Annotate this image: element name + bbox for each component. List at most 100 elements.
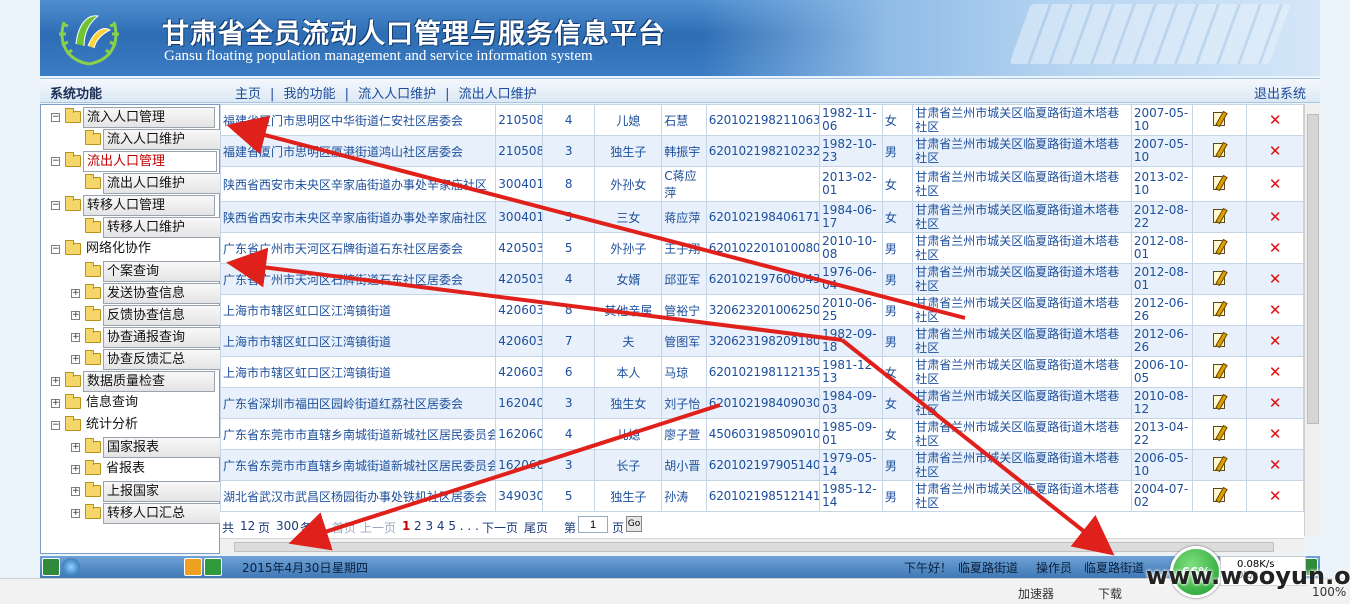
row-registered-place: 甘肃省兰州市城关区临夏路街道木塔巷社区 xyxy=(912,387,1132,419)
key-icon[interactable] xyxy=(184,558,202,576)
table-row[interactable]: 湖北省武汉市武昌区杨园街办事处铁机社区居委会34903085独生子孙涛62010… xyxy=(220,480,1304,512)
row-address[interactable]: 福建省厦门市思明区中华街道仁安社区居委会 xyxy=(220,104,497,136)
row-address[interactable]: 上海市市辖区虹口区江湾镇街道 xyxy=(220,325,497,357)
up-arrow-icon[interactable] xyxy=(204,558,222,576)
table-row[interactable]: 陕西省西安市未央区辛家庙街道办事处辛家庙社区 300401 8 外孙女 C蒋应萍 2013… xyxy=(220,166,1304,202)
expand-icon[interactable]: + xyxy=(71,509,80,518)
row-address[interactable]: 广东省深圳市福田区园岭街道红荔社区居委会 xyxy=(220,387,497,419)
collapse-icon[interactable]: − xyxy=(51,245,60,254)
edit-icon[interactable] xyxy=(1213,111,1226,126)
go-button[interactable]: Go xyxy=(626,516,642,532)
delete-icon[interactable]: ✕ xyxy=(1269,142,1282,160)
delete-icon[interactable]: ✕ xyxy=(1269,175,1282,193)
row-address[interactable]: 湖北省武汉市武昌区杨园街办事处铁机社区居委会 xyxy=(220,480,497,512)
row-address[interactable]: 广东省东莞市市直辖乡南城街道新城社区居民委员会 xyxy=(220,449,497,481)
status-org: 临夏路街道 xyxy=(958,561,1019,575)
scroll-thumb[interactable] xyxy=(1307,114,1319,424)
edit-icon[interactable] xyxy=(1213,487,1226,502)
delete-icon[interactable]: ✕ xyxy=(1269,425,1282,443)
folder-icon xyxy=(65,394,81,409)
row-address[interactable]: 上海市市辖区虹口区江湾镇街道 xyxy=(220,356,497,388)
pager-prev[interactable]: 上一页 xyxy=(360,519,396,536)
delete-icon[interactable]: ✕ xyxy=(1269,111,1282,129)
nav-link-my-functions[interactable]: 我的功能 xyxy=(284,87,336,102)
edit-icon[interactable] xyxy=(1213,175,1226,190)
row-address[interactable]: 上海市市辖区虹口区江湾镇街道 xyxy=(220,294,497,326)
edit-cell xyxy=(1191,166,1248,202)
nav-link-outflow-maintenance[interactable]: 流出人口维护 xyxy=(459,87,537,102)
expand-icon[interactable]: + xyxy=(71,487,80,496)
globe-icon[interactable] xyxy=(62,558,80,576)
delete-icon[interactable]: ✕ xyxy=(1269,363,1282,381)
expand-icon[interactable]: + xyxy=(71,443,80,452)
page-jump-input[interactable] xyxy=(578,516,608,533)
pager-first[interactable]: 首页 xyxy=(332,519,356,536)
table-row[interactable]: 福建省厦门市思明区厦港街道鸿山社区居委会 210508 3 独生子 韩振宇 6201021… xyxy=(220,135,1304,167)
edit-icon[interactable] xyxy=(1213,332,1226,347)
delete-icon[interactable]: ✕ xyxy=(1269,270,1282,288)
delete-cell: ✕ xyxy=(1246,480,1304,512)
delete-icon[interactable]: ✕ xyxy=(1269,456,1282,474)
nav-link-home[interactable]: 主页 xyxy=(235,87,261,102)
edit-icon[interactable] xyxy=(1213,208,1226,223)
sidebar-item-label: 转移人口维护 xyxy=(103,217,235,238)
row-address[interactable]: 广东省东莞市市直辖乡南城街道新城社区居民委员会 xyxy=(220,418,497,450)
row-birth-date: 2013-02-01 xyxy=(819,166,883,202)
edit-icon[interactable] xyxy=(1213,425,1226,440)
edit-icon[interactable] xyxy=(1213,270,1226,285)
edit-icon[interactable] xyxy=(1213,301,1226,316)
edit-icon[interactable] xyxy=(1213,456,1226,471)
nav-link-inflow-maintenance[interactable]: 流入人口维护 xyxy=(358,87,436,102)
delete-cell: ✕ xyxy=(1246,294,1304,326)
expand-icon[interactable]: + xyxy=(71,289,80,298)
accelerator-label[interactable]: 加速器 xyxy=(1018,585,1054,602)
collapse-icon[interactable]: − xyxy=(51,113,60,122)
edit-icon[interactable] xyxy=(1213,394,1226,409)
table-row[interactable]: 广东省广州市天河区石牌街道石东社区居委会 420503 4 女婿 邱亚军 62010219… xyxy=(220,263,1304,295)
delete-icon[interactable]: ✕ xyxy=(1269,487,1282,505)
collapse-icon[interactable]: − xyxy=(51,157,60,166)
expand-icon[interactable]: + xyxy=(71,311,80,320)
table-row[interactable]: 上海市市辖区虹口区江湾镇街道 420603 8 其他亲属 管裕宁 320623201006… xyxy=(220,294,1304,326)
row-code: 1620601 xyxy=(495,449,543,481)
delete-icon[interactable]: ✕ xyxy=(1269,239,1282,257)
logout-link[interactable]: 退出系统 xyxy=(1254,83,1306,102)
expand-icon[interactable]: + xyxy=(51,377,60,386)
download-label[interactable]: 下载 xyxy=(1098,585,1122,602)
table-row[interactable]: 陕西省西安市未央区辛家庙街道办事处辛家庙社区 300401 5 三女 蒋应萍 620102… xyxy=(220,201,1304,233)
delete-icon[interactable]: ✕ xyxy=(1269,301,1282,319)
delete-icon[interactable]: ✕ xyxy=(1269,394,1282,412)
edit-icon[interactable] xyxy=(1213,363,1226,378)
row-address[interactable]: 福建省厦门市思明区厦港街道鸿山社区居委会 xyxy=(220,135,497,167)
table-row[interactable]: 广东省广州市天河区石牌街道石东社区居委会 420503 5 外孙子 王子翔 6201022… xyxy=(220,232,1304,264)
delete-icon[interactable]: ✕ xyxy=(1269,208,1282,226)
pager-next[interactable]: 下一页 xyxy=(482,519,518,536)
horizontal-scrollbar[interactable] xyxy=(220,538,1304,554)
pager-page-links[interactable]: 2 3 4 5 . . . xyxy=(414,519,479,533)
row-address[interactable]: 广东省广州市天河区石牌街道石东社区居委会 xyxy=(220,232,497,264)
row-address[interactable]: 广东省广州市天河区石牌街道石东社区居委会 xyxy=(220,263,497,295)
hscroll-thumb[interactable] xyxy=(234,542,1274,552)
table-row[interactable]: 上海市市辖区虹口区江湾镇街道 420603 7 夫管图军 320623198209180… xyxy=(220,325,1304,357)
table-row[interactable]: 广东省东莞市市直辖乡南城街道新城社区居民委员会16206013长子胡小晋6201… xyxy=(220,449,1304,481)
back-arrow-icon[interactable] xyxy=(42,558,60,576)
vertical-scrollbar[interactable] xyxy=(1304,104,1320,536)
collapse-icon[interactable]: − xyxy=(51,421,60,430)
collapse-icon[interactable]: − xyxy=(51,201,60,210)
table-row[interactable]: 广东省深圳市福田区园岭街道红荔社区居委会16204023独生女刘子怡620102… xyxy=(220,387,1304,419)
expand-icon[interactable]: + xyxy=(71,355,80,364)
edit-icon[interactable] xyxy=(1213,142,1226,157)
table-row[interactable]: 福建省厦门市思明区中华街道仁安社区居委会 210508 4 儿媳 石慧 620102198… xyxy=(220,104,1304,136)
table-row[interactable]: 上海市市辖区虹口区江湾镇街道 420603 6 本人 马琼 620102198112135… xyxy=(220,356,1304,388)
edit-icon[interactable] xyxy=(1213,239,1226,254)
expand-icon[interactable]: + xyxy=(51,399,60,408)
pager-last[interactable]: 尾页 xyxy=(524,519,548,536)
folder-icon xyxy=(85,504,101,519)
row-sex: 男 xyxy=(881,449,914,481)
row-address[interactable]: 陕西省西安市未央区辛家庙街道办事处辛家庙社区 xyxy=(220,166,497,202)
delete-icon[interactable]: ✕ xyxy=(1269,332,1282,350)
expand-icon[interactable]: + xyxy=(71,465,80,474)
expand-icon[interactable]: + xyxy=(71,333,80,342)
table-row[interactable]: 广东省东莞市市直辖乡南城街道新城社区居民委员会16206014儿媳廖子萱4506… xyxy=(220,418,1304,450)
row-address[interactable]: 陕西省西安市未央区辛家庙街道办事处辛家庙社区 xyxy=(220,201,497,233)
